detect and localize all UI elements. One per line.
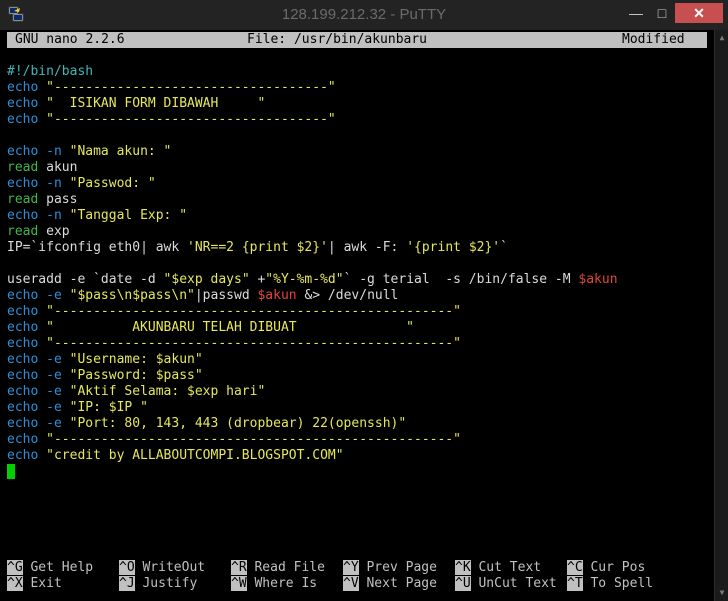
nano-version: GNU nano 2.2.6: [15, 32, 125, 47]
shortcut-next-page[interactable]: ^V Next Page: [343, 576, 437, 592]
editor-line-1: #!/bin/bash: [7, 64, 94, 79]
shortcut-cut-text[interactable]: ^K Cut Text: [455, 560, 541, 576]
nano-filename: File: /usr/bin/akunbaru: [247, 32, 428, 47]
nano-header-bar: GNU nano 2.2.6 File: /usr/bin/akunbaru M…: [7, 32, 707, 48]
close-button[interactable]: ✕: [675, 3, 723, 23]
shortcut-cur-pos[interactable]: ^C Cur Pos: [567, 560, 645, 576]
shortcut-uncut-text[interactable]: ^U UnCut Text: [455, 576, 557, 592]
editor-line-11: read exp: [7, 224, 70, 239]
editor-line-23: echo -e "Port: 80, 143, 443 (dropbear) 2…: [7, 416, 407, 431]
nano-modified-status: Modified: [622, 32, 685, 47]
scroll-down-icon[interactable]: ▼: [718, 588, 726, 598]
text-cursor: [7, 464, 15, 479]
editor-line-18: echo "----------------------------------…: [7, 336, 461, 351]
editor-line-16: echo "----------------------------------…: [7, 304, 461, 319]
editor-line-9: read pass: [7, 192, 78, 207]
minimize-button[interactable]: —: [623, 3, 649, 23]
close-icon: ✕: [693, 5, 705, 21]
shortcut-exit[interactable]: ^X Exit: [7, 576, 62, 592]
terminal-area[interactable]: GNU nano 2.2.6 File: /usr/bin/akunbaru M…: [7, 30, 714, 595]
shortcut-writeout[interactable]: ^O WriteOut: [119, 560, 205, 576]
shortcut-justify[interactable]: ^J Justify: [119, 576, 197, 592]
shortcut-to-spell[interactable]: ^T To Spell: [567, 576, 653, 592]
editor-line-10: echo -n "Tanggal Exp: ": [7, 208, 188, 223]
editor-line-12: IP=`ifconfig eth0| awk 'NR==2 {print $2}…: [7, 240, 508, 255]
editor-line-21: echo -e "Aktif Selama: $exp hari": [7, 384, 266, 399]
editor-line-7: read akun: [7, 160, 78, 175]
scroll-up-icon[interactable]: ▲: [718, 33, 726, 43]
shortcut-prev-page[interactable]: ^Y Prev Page: [343, 560, 437, 576]
editor-line-15: echo -e "$pass\n$pass\n"|passwd $akun &>…: [7, 288, 399, 303]
editor-line-4: echo "----------------------------------…: [7, 112, 336, 127]
window-titlebar[interactable]: 128.199.212.32 - PuTTY — □ ✕: [0, 0, 728, 30]
window-title: 128.199.212.32 - PuTTY: [281, 6, 447, 23]
vertical-scrollbar[interactable]: ▲ ▼: [714, 30, 728, 601]
editor-line-8: echo -n "Passwod: ": [7, 176, 156, 191]
editor-line-14: useradd -e `date -d "$exp days" +"%Y-%m-…: [7, 272, 618, 287]
editor-line-22: echo -e "IP: $IP ": [7, 400, 148, 415]
maximize-icon: □: [657, 5, 667, 21]
minimize-icon: —: [629, 5, 643, 21]
shortcut-where-is[interactable]: ^W Where Is: [231, 576, 317, 592]
maximize-button[interactable]: □: [649, 3, 675, 23]
editor-line-3: echo " ISIKAN FORM DIBAWAH ": [7, 96, 266, 111]
editor-line-2: echo "----------------------------------…: [7, 80, 336, 95]
shortcut-read-file[interactable]: ^R Read File: [231, 560, 325, 576]
editor-line-19: echo -e "Username: $akun": [7, 352, 203, 367]
editor-line-25: echo "credit by ALLABOUTCOMPI.BLOGSPOT.C…: [7, 448, 344, 463]
editor-line-20: echo -e "Password: $pass": [7, 368, 203, 383]
editor-line-17: echo " AKUNBARU TELAH DIBUAT ": [7, 320, 414, 335]
editor-line-24: echo "----------------------------------…: [7, 432, 461, 447]
shortcut-get-help[interactable]: ^G Get Help: [7, 560, 93, 576]
editor-line-6: echo -n "Nama akun: ": [7, 144, 172, 159]
